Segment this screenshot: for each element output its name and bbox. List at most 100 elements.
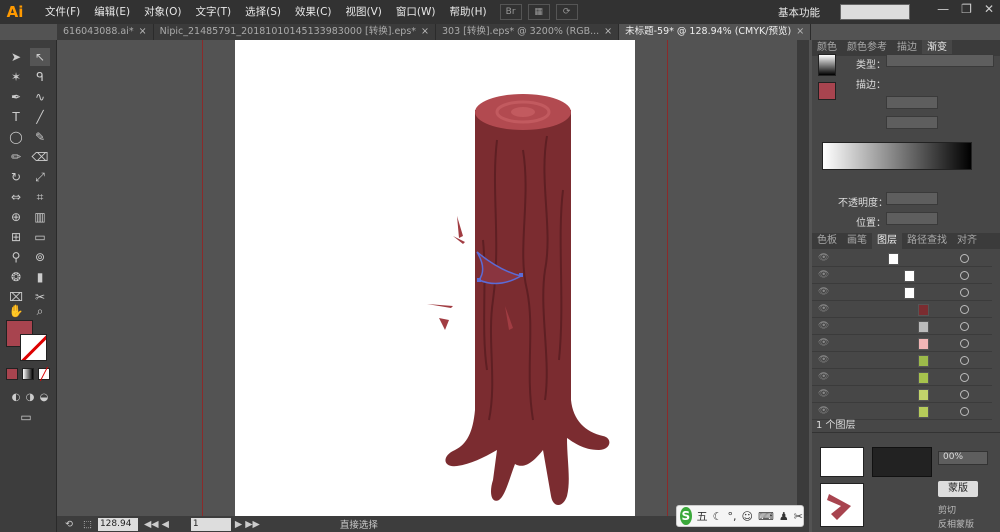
anchor-point[interactable] [477,278,481,282]
sync-icon[interactable]: ⟳ [555,4,578,20]
close-tab-icon[interactable]: × [421,24,429,40]
menu-effect[interactable]: 效果(C) [288,0,339,24]
target-icon[interactable] [960,288,969,297]
workspace-switcher[interactable]: 基本功能 [778,5,820,20]
minimize-icon[interactable]: — [937,2,949,16]
make-mask-button[interactable]: 蒙版 [938,481,978,497]
target-icon[interactable] [960,356,969,365]
layer-row[interactable]: 👁 [812,268,992,284]
tab-pathfinder[interactable]: 路径查找 [902,233,952,249]
paintbrush-icon[interactable]: ✎ [30,128,50,146]
opacity-field[interactable] [886,192,938,205]
blend-tool-icon[interactable]: ⊚ [30,248,50,266]
color-mode-icon[interactable] [6,368,18,380]
free-transform-icon[interactable]: ⌗ [30,188,50,206]
curvature-tool-icon[interactable]: ∿ [30,88,50,106]
target-icon[interactable] [960,271,969,280]
menu-help[interactable]: 帮助(H) [443,0,494,24]
vertical-scrollbar[interactable] [797,40,809,516]
lasso-icon[interactable]: ᑫ [30,68,50,86]
symbol-sprayer-icon[interactable]: ❂ [6,268,26,286]
keyboard-icon[interactable]: ⌨ [758,510,774,523]
clip-checkbox[interactable]: 剪切 [938,503,956,516]
emoji-icon[interactable]: ☺ [742,510,753,523]
target-icon[interactable] [960,339,969,348]
magic-wand-icon[interactable]: ✶ [6,68,26,86]
layer-row[interactable]: 👁 [812,387,992,403]
mesh-tool-icon[interactable]: ⊞ [6,228,26,246]
eyedropper-icon[interactable]: ⚲ [6,248,26,266]
menu-select[interactable]: 选择(S) [238,0,288,24]
target-icon[interactable] [960,407,969,416]
tab-document-4[interactable]: 未标题-59* @ 128.94% (CMYK/预览) × [619,24,812,40]
aspect-ratio-field[interactable] [886,116,938,129]
pencil-icon[interactable]: ✏ [6,148,26,166]
eye-icon[interactable]: 👁 [818,338,829,348]
invert-mask-checkbox[interactable]: 反相蒙版 [938,517,974,530]
stroke-color-swatch[interactable] [20,334,47,361]
menu-view[interactable]: 视图(V) [339,0,389,24]
location-field[interactable] [886,212,938,225]
artboard-number-field[interactable]: 1 [190,517,231,531]
restore-icon[interactable]: ❐ [961,2,972,16]
tab-brushes[interactable]: 画笔 [842,233,872,249]
layer-row[interactable]: 👁 [812,285,992,301]
line-tool-icon[interactable]: ╱ [30,108,50,126]
ime-mode[interactable]: 五 [697,508,708,524]
layer-row[interactable]: 👁 [812,370,992,386]
eye-icon[interactable]: 👁 [818,355,829,365]
eye-icon[interactable]: 👁 [818,389,829,399]
tab-swatches[interactable]: 色板 [812,233,842,249]
anchor-point[interactable] [519,273,523,277]
close-tab-icon[interactable]: × [139,24,147,40]
next-artboard-icon[interactable]: ▶ ▶▶ [235,519,260,530]
menu-object[interactable]: 对象(O) [137,0,188,24]
punctuation-icon[interactable]: °, [728,510,737,523]
eraser-icon[interactable]: ⌫ [30,148,50,166]
width-tool-icon[interactable]: ⇔ [6,188,26,206]
eye-icon[interactable]: 👁 [818,270,829,280]
angle-field[interactable] [886,96,938,109]
bridge-button[interactable]: Br [499,4,522,20]
fill-swatch-small[interactable] [818,82,836,100]
user-icon[interactable]: ♟ [779,510,789,523]
tab-align[interactable]: 对齐 [952,233,982,249]
direct-selection-tool-icon[interactable]: ↖ [30,48,50,66]
tab-document-3[interactable]: 303 [转换].eps* @ 3200% (RGB... × [436,24,620,40]
target-icon[interactable] [960,322,969,331]
eye-icon[interactable]: 👁 [818,372,829,382]
tools-icon[interactable]: ✂ [794,510,803,523]
eye-icon[interactable]: 👁 [818,253,829,263]
eye-icon[interactable]: 👁 [818,304,829,314]
artboard[interactable] [235,40,635,516]
perspective-grid-icon[interactable]: ▥ [30,208,50,226]
gradient-tool-icon[interactable]: ▭ [30,228,50,246]
menu-file[interactable]: 文件(F) [38,0,87,24]
target-icon[interactable] [960,390,969,399]
tab-document-1[interactable]: 616043088.ai* × [57,24,154,40]
canvas-area[interactable] [57,40,809,516]
gradient-swatch[interactable] [818,54,836,76]
rotate-tool-icon[interactable]: ↻ [6,168,26,186]
search-input[interactable] [840,4,910,20]
draw-inside-icon[interactable]: ◒ [34,388,54,406]
target-icon[interactable] [960,305,969,314]
selection-tool-icon[interactable]: ➤ [6,48,26,66]
close-tab-icon[interactable]: × [604,24,612,40]
arrange-documents-button[interactable]: ▦ [527,4,550,20]
menu-edit[interactable]: 编辑(E) [87,0,137,24]
pen-tool-icon[interactable]: ✒ [6,88,26,106]
gradient-type-select[interactable] [886,54,994,67]
zoom-tool-icon[interactable]: ⌕ [30,302,50,320]
layer-row[interactable]: 👁 [812,353,992,369]
layer-row[interactable]: 👁 [812,319,992,335]
column-graph-icon[interactable]: ▮ [30,268,50,286]
tree-trunk-artwork[interactable] [235,40,635,516]
gradient-mode-icon[interactable] [22,368,34,380]
target-icon[interactable] [960,373,969,382]
ellipse-tool-icon[interactable]: ◯ [6,128,26,146]
screen-mode-icon[interactable]: ▭ [16,408,36,426]
hand-tool-icon[interactable]: ✋ [6,302,26,320]
zoom-level-field[interactable]: 128.94 [97,517,138,531]
artboard-nav-icon[interactable]: ⬚ [83,519,92,530]
